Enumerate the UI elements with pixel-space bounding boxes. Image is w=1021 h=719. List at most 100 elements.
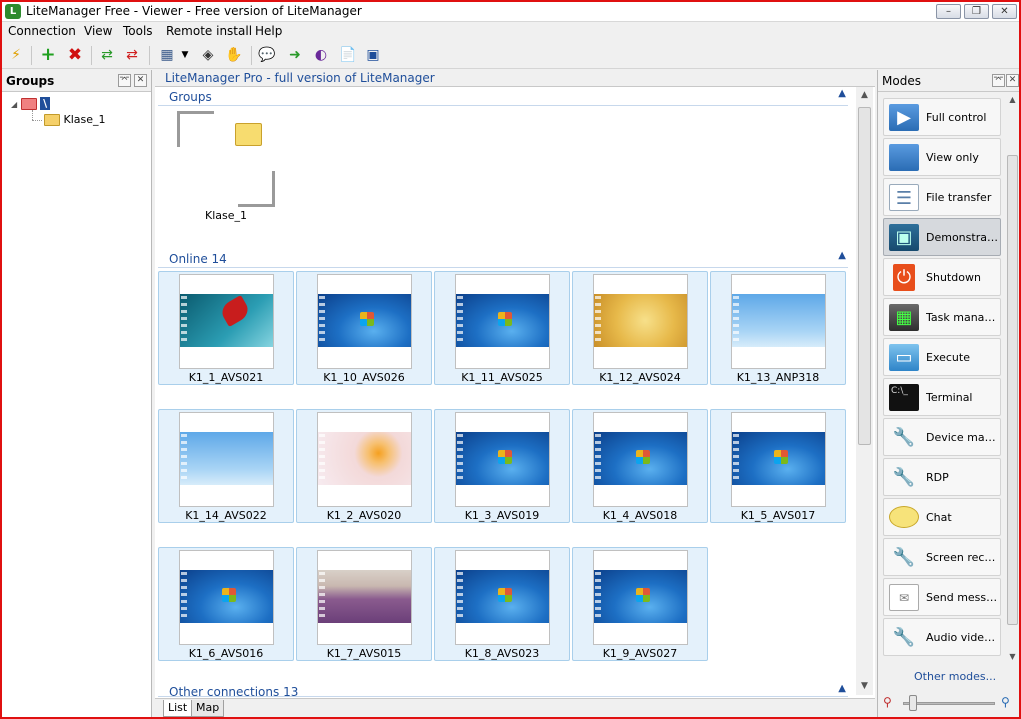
desktop-icons (181, 296, 187, 344)
minimize-button[interactable]: – (936, 4, 961, 19)
windows-logo-icon (636, 450, 650, 464)
expand-icon[interactable]: ◢ (11, 100, 17, 109)
tab-map[interactable]: Map (191, 700, 225, 717)
tree-item-klase-1[interactable]: Klase_1 (44, 113, 106, 126)
modes-scrollbar[interactable]: ▲ ▼ (1006, 95, 1019, 665)
send-message-icon: ✉ (889, 584, 919, 611)
computer-tile[interactable]: K1_11_AVS025 (434, 271, 570, 385)
groups-section-header[interactable]: Groups ▲ (158, 88, 848, 106)
computer-tile[interactable]: K1_7_AVS015 (296, 547, 432, 661)
screen-thumbnail (455, 550, 550, 645)
hand-icon[interactable]: ✋ (225, 46, 243, 64)
online-section-header[interactable]: Online 14 ▲ (158, 250, 848, 268)
other-section-header[interactable]: Other connections 13 ▲ (158, 685, 848, 697)
groups-section-label: Groups (169, 90, 212, 104)
computer-name: K1_1_AVS021 (188, 371, 264, 384)
zoom-thumb[interactable] (909, 695, 917, 711)
computer-tile[interactable]: K1_3_AVS019 (434, 409, 570, 523)
scroll-down-icon[interactable]: ▼ (1006, 652, 1019, 665)
scroll-down-icon[interactable]: ▼ (856, 678, 873, 695)
pin-icon[interactable]: ⌤ (118, 74, 131, 87)
pin-icon[interactable]: ⌤ (992, 74, 1005, 87)
computer-tile[interactable]: K1_9_AVS027 (572, 547, 708, 661)
mode-rdp[interactable]: 🔧 RDP (883, 458, 1001, 496)
computer-tile[interactable]: K1_13_ANP318 (710, 271, 846, 385)
collapse-icon[interactable]: ▲ (838, 88, 846, 99)
other-modes-link[interactable]: Other modes... (914, 670, 996, 683)
pro-banner-link[interactable]: LiteManager Pro - full version of LiteMa… (155, 70, 875, 87)
refresh-green-icon[interactable]: ⇄ (98, 46, 116, 64)
tab-list[interactable]: List (163, 700, 193, 717)
mode-screen-recorder[interactable]: 🔧 Screen recor... (883, 538, 1001, 576)
computer-tile[interactable]: K1_5_AVS017 (710, 409, 846, 523)
view-mode-icon[interactable]: ▦ (158, 46, 176, 64)
mode-send-message[interactable]: ✉ Send message (883, 578, 1001, 616)
mode-file-transfer[interactable]: ☰ File transfer (883, 178, 1001, 216)
close-button[interactable]: ✕ (992, 4, 1017, 19)
mode-label: Audio video ... (926, 631, 1001, 644)
zoom-slider[interactable]: ⚲ ⚲ (883, 694, 1017, 712)
arrow-right-icon[interactable]: ➜ (286, 46, 304, 64)
mode-demonstration[interactable]: ▣ Demonstration (883, 218, 1001, 256)
mode-view-only[interactable]: View only (883, 138, 1001, 176)
search-binoculars-icon[interactable]: ◈ (199, 46, 217, 64)
groups-panel: Groups ⌤ ✕ ◢ \ Klase_1 (2, 70, 152, 717)
scroll-up-icon[interactable]: ▲ (1006, 95, 1019, 108)
menu-view[interactable]: View (84, 24, 112, 38)
desktop-preview (180, 294, 273, 347)
mode-label: RDP (926, 471, 949, 484)
desktop-preview (180, 432, 273, 485)
panel-close-icon[interactable]: ✕ (134, 74, 147, 87)
computer-tile[interactable]: K1_2_AVS020 (296, 409, 432, 523)
tree-root[interactable]: ◢ \ (11, 97, 51, 110)
mode-audio-video[interactable]: 🔧 Audio video ... (883, 618, 1001, 656)
zoom-out-icon[interactable]: ⚲ (883, 695, 892, 709)
monitor-icon[interactable]: ▣ (364, 46, 382, 64)
mode-execute[interactable]: ▭ Execute (883, 338, 1001, 376)
computer-tile[interactable]: K1_10_AVS026 (296, 271, 432, 385)
scroll-up-icon[interactable]: ▲ (856, 87, 873, 104)
mode-shutdown[interactable]: ⏻ Shutdown (883, 258, 1001, 296)
view-tabs: List Map (155, 698, 875, 717)
computer-tile[interactable]: K1_4_AVS018 (572, 409, 708, 523)
mode-chat[interactable]: Chat (883, 498, 1001, 536)
document-icon[interactable]: 📄 (339, 46, 357, 64)
collapse-icon[interactable]: ▲ (838, 685, 846, 694)
menu-tools[interactable]: Tools (123, 24, 153, 38)
view-dropdown-icon[interactable]: ▼ (180, 46, 190, 64)
mode-full-control[interactable]: ▶ Full control (883, 98, 1001, 136)
mode-label: Send message (926, 591, 1001, 604)
computer-tile[interactable]: K1_14_AVS022 (158, 409, 294, 523)
scrollbar-thumb[interactable] (1007, 155, 1018, 625)
computer-tile[interactable]: K1_1_AVS021 (158, 271, 294, 385)
panel-close-icon[interactable]: ✕ (1006, 74, 1019, 87)
menu-remote-install[interactable]: Remote install (166, 24, 252, 38)
add-icon[interactable]: + (39, 46, 57, 64)
computer-tile[interactable]: K1_6_AVS016 (158, 547, 294, 661)
toolbar-separator (31, 46, 32, 65)
desktop-preview (456, 570, 549, 623)
group-tile-klase-1[interactable] (177, 111, 275, 207)
audio-video-icon: 🔧 (892, 627, 916, 648)
delete-icon[interactable]: ✖ (66, 46, 84, 64)
menu-connection[interactable]: Connection (8, 24, 76, 38)
mode-label: Device mana... (926, 431, 1001, 444)
mode-task-manager[interactable]: ▦ Task manager (883, 298, 1001, 336)
rdp-icon: 🔧 (892, 467, 916, 488)
maximize-button[interactable]: ❐ (964, 4, 989, 19)
dome-icon[interactable]: ◐ (312, 46, 330, 64)
menu-help[interactable]: Help (255, 24, 282, 38)
screen-recorder-icon: 🔧 (892, 547, 916, 568)
mode-label: File transfer (926, 191, 992, 204)
collapse-icon[interactable]: ▲ (838, 250, 846, 261)
vertical-scrollbar[interactable]: ▲ ▼ (856, 87, 873, 695)
computer-tile[interactable]: K1_12_AVS024 (572, 271, 708, 385)
mode-device-manager[interactable]: 🔧 Device mana... (883, 418, 1001, 456)
zoom-in-icon[interactable]: ⚲ (1001, 695, 1010, 709)
mode-terminal[interactable]: C:\_ Terminal (883, 378, 1001, 416)
refresh-red-icon[interactable]: ⇄ (123, 46, 141, 64)
computer-tile[interactable]: K1_8_AVS023 (434, 547, 570, 661)
connect-lightning-icon[interactable]: ⚡ (7, 46, 25, 64)
scrollbar-thumb[interactable] (858, 107, 871, 445)
chat-bubble-icon[interactable]: 💬 (258, 46, 276, 64)
